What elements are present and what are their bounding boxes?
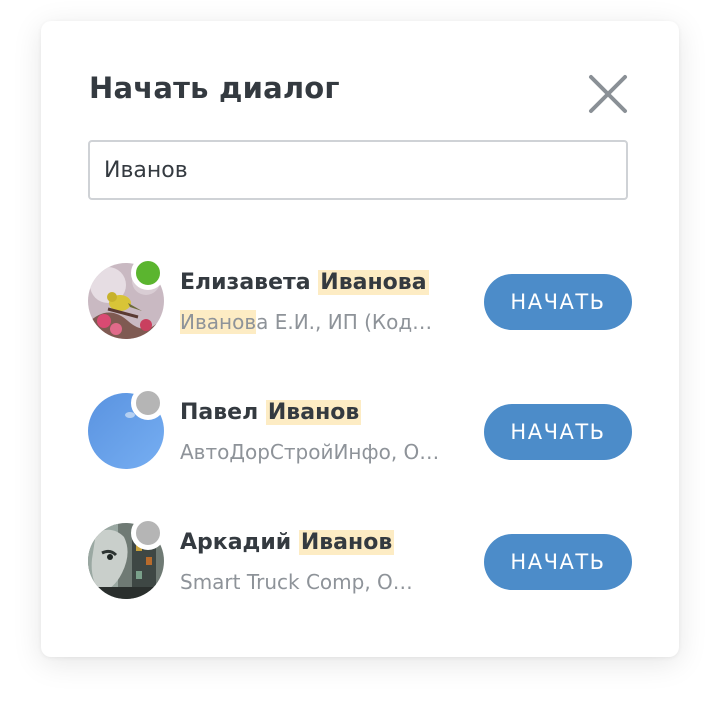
status-online-indicator [131,256,165,290]
contact-name: Елизавета Иванова [180,264,429,302]
contact-row: Павел Иванов АвтоДорСтройИнфо, О… НАЧАТЬ [88,386,648,473]
name-match-highlight: Иванов [298,530,395,555]
status-offline-indicator [131,386,165,420]
contact-name: Павел Иванов [180,394,362,432]
name-match-highlight: Иванова [318,270,429,295]
name-match-highlight: Иванов [265,400,362,425]
contact-row: Елизавета Иванова Иванова Е.И., ИП (Код…… [88,256,648,343]
contact-organization: Иванова Е.И., ИП (Код… [180,307,470,337]
org-text: а Е.И., ИП (Код… [256,310,433,334]
start-dialog-modal: Начать диалог Иванов Елизавета Иванова И… [41,21,679,657]
status-offline-indicator [131,516,165,550]
avatar [88,516,165,599]
start-chat-button[interactable]: НАЧАТЬ [484,534,632,590]
org-match-highlight: Иванов [180,310,257,334]
avatar [88,386,165,469]
contact-organization: АвтоДорСтройИнфо, О… [180,440,440,464]
contact-organization: Smart Truck Comp, О… [180,570,413,594]
contact-first-name: Аркадий [180,530,292,555]
avatar [88,256,165,339]
start-chat-button[interactable]: НАЧАТЬ [484,404,632,460]
contact-first-name: Павел [180,400,259,425]
start-chat-button[interactable]: НАЧАТЬ [484,274,632,330]
contact-row: Аркадий Иванов Smart Truck Comp, О… НАЧА… [88,516,648,603]
dialog-title: Начать диалог [89,71,340,105]
contact-first-name: Елизавета [180,270,311,295]
contact-name: Аркадий Иванов [180,524,395,562]
search-input[interactable] [88,140,628,200]
close-icon[interactable] [586,72,630,116]
